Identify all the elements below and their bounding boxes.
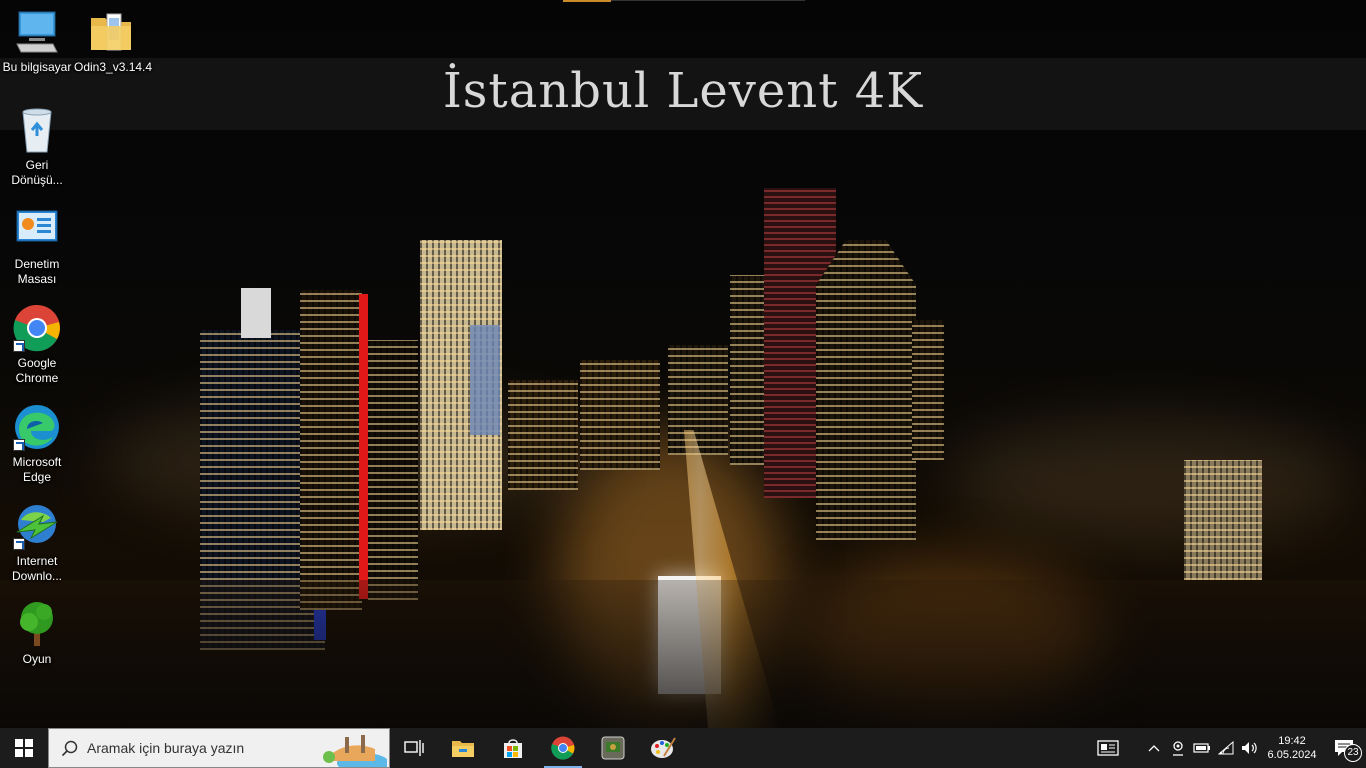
windows-logo-icon xyxy=(15,739,33,757)
wallpaper-progress-track xyxy=(611,0,805,1)
desktop-icon-google-chrome[interactable]: Google Chrome xyxy=(0,304,74,386)
desktop[interactable]: İstanbul Levent 4K Bu bilgisayar Odin3_v… xyxy=(0,0,1366,728)
speaker-icon xyxy=(1242,742,1257,754)
building xyxy=(508,380,578,490)
desktop-icon-label: Internet Downlo... xyxy=(11,554,63,583)
chrome-icon xyxy=(13,304,61,352)
shortcut-arrow-icon xyxy=(13,439,25,451)
building xyxy=(730,275,764,465)
network-button[interactable] xyxy=(1214,728,1238,768)
clock-time: 19:42 xyxy=(1278,735,1306,747)
desktop-icon-internet-download-manager[interactable]: Internet Downlo... xyxy=(0,502,74,584)
clock-button[interactable]: 19:42 6.05.2024 xyxy=(1262,734,1322,762)
taskbar-google-chrome[interactable] xyxy=(538,728,588,768)
news-icon xyxy=(1097,740,1119,756)
desktop-icon-odin3[interactable]: Odin3_v3.14.4 xyxy=(74,8,153,75)
microsoft-store-icon xyxy=(504,739,522,758)
tree-icon xyxy=(13,600,61,648)
clock-date: 6.05.2024 xyxy=(1267,749,1317,761)
building xyxy=(1184,460,1262,580)
taskbar: Aramak için buraya yazın 19:42 6.05.2024… xyxy=(0,728,1366,768)
desktop-icon-label: Odin3_v3.14.4 xyxy=(74,60,153,74)
news-widget-button[interactable] xyxy=(1088,728,1128,768)
ground-shade xyxy=(0,580,1366,728)
battery-button[interactable] xyxy=(1190,728,1214,768)
building-sign xyxy=(241,288,271,338)
wallpaper-title: İstanbul Levent 4K xyxy=(442,63,924,119)
shortcut-arrow-icon xyxy=(13,340,25,352)
desktop-icon-label: Geri Dönüşü... xyxy=(11,158,63,187)
building xyxy=(300,290,362,610)
search-highlight-illustration-icon xyxy=(323,735,387,767)
volume-button[interactable] xyxy=(1238,728,1262,768)
desktop-icon-label: Oyun xyxy=(22,652,52,666)
computer-icon xyxy=(13,8,61,56)
building-screen xyxy=(470,325,500,435)
desktop-icon-control-panel[interactable]: Denetim Masası xyxy=(0,205,74,287)
desktop-icon-microsoft-edge[interactable]: Microsoft Edge xyxy=(0,403,74,485)
notification-count-badge: 23 xyxy=(1344,744,1362,762)
building xyxy=(912,320,944,460)
desktop-icon-recycle-bin[interactable]: Geri Dönüşü... xyxy=(0,106,74,188)
search-placeholder: Aramak için buraya yazın xyxy=(87,740,245,756)
game-app-icon xyxy=(601,736,625,760)
city-glow xyxy=(950,420,1350,540)
wallpaper-progress-accent xyxy=(563,0,611,2)
control-panel-icon xyxy=(13,205,61,253)
search-icon xyxy=(61,740,78,757)
building xyxy=(668,345,728,455)
recycle-bin-icon xyxy=(13,106,61,154)
desktop-icon-label: Microsoft Edge xyxy=(12,455,62,484)
folder-icon xyxy=(87,8,135,56)
system-tray: 19:42 6.05.2024 23 xyxy=(1088,728,1366,768)
chevron-up-icon xyxy=(1148,745,1160,752)
edge-icon xyxy=(13,403,61,451)
building xyxy=(368,340,418,600)
building-light-red xyxy=(359,294,368,599)
taskbar-game-app[interactable] xyxy=(588,728,638,768)
camera-icon xyxy=(1173,741,1183,756)
building xyxy=(816,240,916,540)
taskbar-paint-app[interactable] xyxy=(638,728,688,768)
tray-camera-button[interactable] xyxy=(1166,728,1190,768)
task-view-button[interactable] xyxy=(390,728,438,768)
notification-center-button[interactable]: 23 xyxy=(1322,728,1366,768)
taskbar-file-explorer[interactable] xyxy=(438,728,488,768)
paint-palette-icon xyxy=(651,737,676,758)
wifi-icon xyxy=(1218,741,1234,755)
show-hidden-icons-button[interactable] xyxy=(1142,728,1166,768)
internet-download-manager-icon xyxy=(13,502,61,550)
file-explorer-icon xyxy=(452,741,474,757)
wallpaper: İstanbul Levent 4K xyxy=(0,0,1366,728)
taskbar-microsoft-store[interactable] xyxy=(488,728,538,768)
battery-icon xyxy=(1193,743,1210,753)
start-button[interactable] xyxy=(0,728,48,768)
desktop-icon-label: Google Chrome xyxy=(15,356,59,385)
desktop-icon-label: Bu bilgisayar xyxy=(2,60,72,74)
building xyxy=(580,360,660,470)
task-view-icon xyxy=(404,740,424,756)
desktop-icon-label: Denetim Masası xyxy=(14,257,60,286)
chrome-icon xyxy=(551,736,575,760)
shortcut-arrow-icon xyxy=(13,538,25,550)
desktop-icon-this-pc[interactable]: Bu bilgisayar xyxy=(0,8,74,75)
search-box[interactable]: Aramak için buraya yazın xyxy=(48,728,390,768)
desktop-icon-oyun[interactable]: Oyun xyxy=(0,600,74,667)
